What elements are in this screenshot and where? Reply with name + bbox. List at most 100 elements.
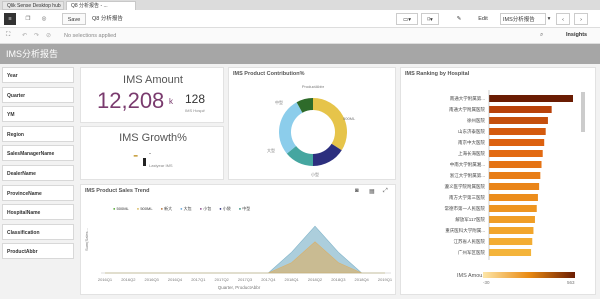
filter-ym[interactable]: YM: [2, 106, 74, 123]
filter-dealername[interactable]: DealerName: [2, 165, 74, 181]
expand-icon[interactable]: ⤢: [383, 188, 388, 195]
compass-icon[interactable]: ◎: [38, 13, 50, 25]
rank-bar[interactable]: [489, 227, 534, 234]
ranking-chart[interactable]: 南通大学附属第... 南通大学附属医院徐州医院山东济泰医院南京中大医院上海长海医院…: [401, 82, 597, 262]
clear-icon[interactable]: ⊘: [46, 32, 51, 39]
kpi-sub-label: IMS Hosp#: [185, 108, 205, 113]
trend-legend-item[interactable]: ● 大包: [180, 206, 192, 211]
rank-bar[interactable]: [489, 128, 546, 135]
rank-bar[interactable]: [489, 194, 538, 201]
rank-bar[interactable]: [489, 183, 540, 190]
donut-label: 500ML: [343, 116, 356, 121]
rank-label: 南通大学附属第...: [450, 95, 485, 102]
trend-legend-item[interactable]: ● 新大: [161, 206, 173, 211]
trend-tick: 2018Q3: [331, 277, 346, 282]
trend-legend-item[interactable]: ● 500ML: [137, 206, 153, 211]
rank-label: 江苏省人民医院: [454, 238, 486, 245]
donut-panel[interactable]: IMS Product Contribution% ProductAbbr 50…: [228, 67, 396, 180]
trend-title: IMS Product Sales Trend: [85, 188, 150, 194]
trend-panel[interactable]: IMS Product Sales Trend ◙ ▦ ⤢ ● 500ML ● 5…: [80, 184, 396, 295]
camera-icon[interactable]: ◙: [355, 188, 359, 194]
kpi-ims-growth[interactable]: IMS Growth% - - Lastyear IMS: [80, 126, 224, 180]
rank-bar[interactable]: [489, 205, 537, 212]
trend-xlabel: Quarter, ProductAbbr: [217, 285, 261, 290]
filter-productabbr[interactable]: ProductAbbr: [2, 243, 74, 260]
selection-bar: ⛶ ↶ ↷ ⊘ No selections applied ⌕ Insights: [0, 28, 600, 44]
tab-app[interactable]: Q8 分析报告 - ...: [66, 1, 136, 10]
trend-tick: 2016Q4: [168, 277, 183, 282]
filter-year[interactable]: Year: [2, 67, 74, 83]
rank-bar[interactable]: [489, 95, 573, 102]
trend-chart[interactable]: 2016Q1 2016Q2 2016Q3 2016Q4 2017Q1 2017Q2 2017…: [95, 217, 393, 285]
rank-bar[interactable]: [489, 238, 533, 245]
toolbar: ≡ ❐ ◎ Save Q8 分析报告 ▭▾ ⌑▾ ✎ Edit IMS分析报告 …: [0, 10, 600, 28]
rank-bar[interactable]: [489, 172, 541, 179]
rank-bar[interactable]: [489, 249, 532, 256]
save-button[interactable]: Save: [62, 13, 86, 25]
rank-label: 徐州医院: [467, 117, 485, 124]
kpi-ims-amount[interactable]: IMS Amount 12,208 k 128 IMS Hosp#: [80, 67, 224, 123]
filter-region[interactable]: Region: [2, 125, 74, 142]
rank-bar[interactable]: [489, 106, 552, 113]
trend-legend-item[interactable]: ● 小包: [200, 206, 212, 211]
rank-label: 中南大学附属湘...: [450, 161, 485, 168]
pencil-icon[interactable]: ✎: [455, 13, 463, 25]
smart-search-icon[interactable]: ⌕: [540, 32, 543, 39]
trend-legend-item[interactable]: ● 小袋: [219, 206, 231, 211]
rank-bar[interactable]: [489, 139, 545, 146]
trend-legend: ● 500ML ● 500ML ● 新大 ● 大包 ● 小包 ● 小袋 ● 中型: [113, 206, 258, 214]
filter-provincename[interactable]: ProvinceName: [2, 184, 74, 201]
insights-button[interactable]: Insights: [566, 32, 587, 38]
forward-icon[interactable]: ↷: [34, 32, 39, 39]
kpi-sub-value: -: [149, 151, 151, 157]
trend-tick: 2017Q3: [238, 277, 253, 282]
donut-label: 小型: [311, 172, 319, 177]
next-sheet-button[interactable]: ›: [574, 13, 588, 25]
filter-hospitalname[interactable]: HospitalName: [2, 204, 74, 221]
color-legend: [483, 272, 575, 278]
rank-bar[interactable]: [489, 216, 535, 223]
bookmark-icon[interactable]: ⌑▾: [421, 13, 439, 25]
filter-classification[interactable]: Classification: [2, 223, 74, 240]
filter-salesmanagername[interactable]: SalesManagerName: [2, 145, 74, 162]
tab-hub[interactable]: Qlik Sense Desktop hub: [2, 1, 64, 10]
sheet-selector[interactable]: IMS分析报告: [500, 13, 546, 25]
select-icon[interactable]: ⛶: [6, 32, 10, 39]
chevron-down-icon: ▾: [547, 16, 551, 22]
donut-slice[interactable]: [313, 98, 347, 151]
trend-legend-item[interactable]: ● 500ML: [113, 206, 129, 211]
legend-min: -30: [483, 280, 490, 285]
donut-chart[interactable]: [273, 92, 353, 172]
trend-tick: 2018Q4: [355, 277, 370, 282]
kpi-title: IMS Growth%: [119, 132, 187, 144]
rank-label: 重庆医科大学附属...: [445, 227, 485, 234]
trend-tick: 2018Q2: [308, 277, 323, 282]
filter-quarter[interactable]: Quarter: [2, 86, 74, 103]
menu-icon[interactable]: ≡: [4, 13, 16, 25]
grid-icon[interactable]: ▦: [369, 188, 375, 195]
rank-label: 解放军117医院: [455, 216, 485, 223]
trend-tick: 2017Q4: [261, 277, 276, 282]
rank-bar[interactable]: [489, 117, 548, 124]
rank-label: 广州军区医院: [458, 249, 485, 256]
ranking-title: IMS Ranking by Hospital: [405, 71, 470, 77]
prev-sheet-button[interactable]: ‹: [556, 13, 570, 25]
trend-legend-item[interactable]: ● 中型: [239, 206, 251, 211]
screen-icon[interactable]: ▭▾: [396, 13, 418, 25]
trend-tick: 2019Q1: [378, 277, 393, 282]
rank-label: 浙江大学附属第...: [450, 172, 485, 179]
rank-bar[interactable]: [489, 150, 543, 157]
rank-label: 遵义医学院附属医院: [445, 183, 486, 190]
donut-label: 中型: [275, 100, 283, 105]
trend-tick: 2018Q1: [285, 277, 300, 282]
ranking-panel[interactable]: IMS Ranking by Hospital 南通大学附属第... 南通大学附属…: [400, 67, 596, 295]
rank-label: 山东济泰医院: [458, 128, 485, 135]
rank-bar[interactable]: [489, 161, 542, 168]
donut-slice[interactable]: [279, 102, 303, 154]
back-icon[interactable]: ↶: [22, 32, 27, 39]
app-title: Q8 分析报告: [92, 16, 123, 22]
edit-button[interactable]: Edit: [474, 13, 492, 25]
rank-scrollbar[interactable]: [581, 92, 585, 132]
kpi-value: -: [133, 147, 139, 164]
layers-icon[interactable]: ❐: [22, 13, 34, 25]
